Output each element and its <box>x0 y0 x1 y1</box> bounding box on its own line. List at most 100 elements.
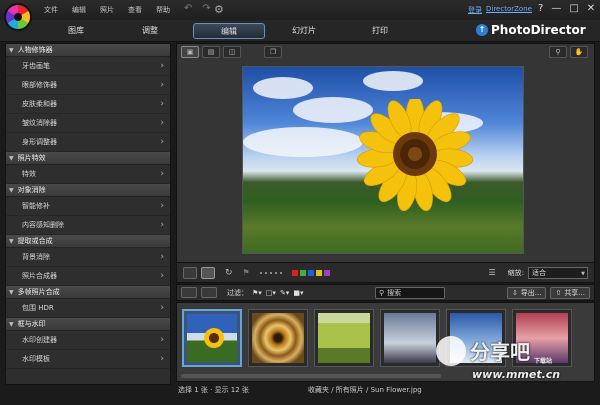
brand: ↑ PhotoDirector <box>476 23 586 37</box>
panel-item-label: 皱纹消除器 <box>22 119 57 127</box>
flag-icon[interactable]: ⚑ <box>243 268 250 277</box>
single-view-button[interactable] <box>183 266 197 279</box>
panel-item-label: 牙齿画笔 <box>22 62 50 70</box>
thumbnail[interactable] <box>380 309 440 367</box>
label-filter-icon[interactable]: ■▾ <box>293 289 303 297</box>
rating-dots[interactable] <box>259 271 282 274</box>
panel-item[interactable]: 身形调整器 › <box>6 133 170 152</box>
panel-item-label: 内容感知删除 <box>22 221 64 229</box>
view-window-icon[interactable]: ❐ <box>264 46 282 58</box>
panel-item[interactable]: 包围 HDR › <box>6 299 170 318</box>
chevron-right-icon: › <box>160 80 164 90</box>
chevron-right-icon: › <box>160 303 164 313</box>
gear-icon[interactable]: ⚙ <box>214 3 224 16</box>
panel-item[interactable]: 水印模板 › <box>6 350 170 369</box>
color-label-swatch[interactable] <box>307 269 314 276</box>
login-link[interactable]: 登录 <box>468 5 482 15</box>
panel-item[interactable]: 眼部修饰器 › <box>6 76 170 95</box>
view-single-icon[interactable]: ▣ <box>181 46 199 58</box>
panel-item[interactable]: 智能修补 › <box>6 197 170 216</box>
chevron-right-icon: › <box>160 118 164 128</box>
search-input[interactable]: 搜索 <box>387 288 401 298</box>
panel-item[interactable]: 水印创建器 › <box>6 331 170 350</box>
zoom-label: 缩放: <box>507 268 524 277</box>
left-panel: ▼ 人物修饰器 牙齿画笔 › 眼部修饰器 › 皮肤柔和器 › 皱纹消除器 › 身形调整器 › ▼ 照片特效… <box>5 43 171 385</box>
collapse-icon: ▼ <box>9 320 14 328</box>
maximize-button[interactable]: □ <box>569 4 578 14</box>
chevron-right-icon: › <box>160 137 164 147</box>
zoom-select[interactable]: 适合 <box>528 266 588 279</box>
chevron-right-icon: › <box>160 335 164 345</box>
view-before-after-icon[interactable]: ◫ <box>223 46 241 58</box>
filmstrip-view-button[interactable] <box>201 266 215 279</box>
minimize-button[interactable]: — <box>551 4 561 14</box>
close-button[interactable]: ✕ <box>587 4 595 14</box>
tab-adjust[interactable]: 调整 <box>130 23 170 39</box>
sort-icon[interactable]: ☰ <box>488 268 495 277</box>
export-icon: ⇩ <box>511 288 518 297</box>
chevron-right-icon: › <box>160 220 164 230</box>
flag-filter-icon[interactable]: ⚑▾ <box>252 289 262 297</box>
help-button[interactable]: ? <box>538 4 543 14</box>
color-label-swatch[interactable] <box>291 269 298 276</box>
section-header[interactable]: ▼ 对象消除 <box>6 184 170 197</box>
panel-item-label: 身形调整器 <box>22 138 57 146</box>
panel-item[interactable]: 皱纹消除器 › <box>6 114 170 133</box>
tab-edit[interactable]: 编辑 <box>193 23 265 39</box>
menu-photo[interactable]: 照片 <box>100 5 114 15</box>
list-view-button[interactable] <box>201 287 217 298</box>
section-header[interactable]: ▼ 人物修饰器 <box>6 44 170 57</box>
panel-item[interactable]: 特效 › <box>6 165 170 184</box>
thumbnail[interactable] <box>182 309 242 367</box>
tab-slideshow[interactable]: 幻灯片 <box>282 23 326 39</box>
hand-tool-icon[interactable]: ✋ <box>570 46 588 58</box>
section-title: 照片特效 <box>17 154 46 162</box>
share-button[interactable]: ⇧ 共享... <box>550 286 590 299</box>
export-button[interactable]: ⇩ 导出... <box>506 286 547 299</box>
search-icon: ⚲ <box>379 289 385 297</box>
watermark-sub: 下载站 <box>534 358 553 365</box>
menu-file[interactable]: 文件 <box>44 5 58 15</box>
view-compare-icon[interactable]: ▤ <box>202 46 220 58</box>
search-box[interactable]: ⚲ 搜索 <box>375 287 445 299</box>
panel-item[interactable]: 背景消除 › <box>6 248 170 267</box>
rating-filter-icon[interactable]: □▾ <box>266 289 276 297</box>
directorzone-link[interactable]: DirectorZone <box>486 5 532 15</box>
export-label: 导出... <box>520 288 542 297</box>
color-filter-icon[interactable]: ✎▾ <box>280 289 289 297</box>
menu-bar: 文件 编辑 照片 查看 帮助 <box>44 5 170 15</box>
panel-item[interactable]: 内容感知删除 › <box>6 216 170 235</box>
filmstrip-scrollbar[interactable] <box>181 374 441 378</box>
section-header[interactable]: ▼ 提取或合成 <box>6 235 170 248</box>
panel-item-label: 包围 HDR <box>22 304 54 312</box>
menu-edit[interactable]: 编辑 <box>72 5 86 15</box>
tab-library[interactable]: 图库 <box>56 23 96 39</box>
panel-item[interactable]: 照片合成器 › <box>6 267 170 286</box>
thumbnail[interactable] <box>314 309 374 367</box>
tab-print[interactable]: 打印 <box>360 23 400 39</box>
panel-item[interactable]: 牙齿画笔 › <box>6 57 170 76</box>
thumbnail[interactable] <box>248 309 308 367</box>
undo-icon[interactable]: ↶ <box>184 4 192 14</box>
grid-view-button[interactable] <box>181 287 197 298</box>
menu-help[interactable]: 帮助 <box>156 5 170 15</box>
brand-name: PhotoDirector <box>491 23 586 37</box>
zoom-tool-icon[interactable]: ⚲ <box>549 46 567 58</box>
section-header[interactable]: ▼ 照片特效 <box>6 152 170 165</box>
rotate-icon[interactable]: ↻ <box>225 268 233 278</box>
redo-icon[interactable]: ↷ <box>202 4 210 14</box>
section-header[interactable]: ▼ 多帧照片合成 <box>6 286 170 299</box>
color-label-swatch[interactable] <box>323 269 330 276</box>
color-label-swatch[interactable] <box>299 269 306 276</box>
color-label-swatch[interactable] <box>315 269 322 276</box>
collapse-icon: ▼ <box>9 237 14 245</box>
panel-item[interactable]: 皮肤柔和器 › <box>6 95 170 114</box>
section-header[interactable]: ▼ 框与水印 <box>6 318 170 331</box>
panel-item-label: 眼部修饰器 <box>22 81 57 89</box>
section-title: 对象消除 <box>17 186 46 194</box>
panel-item-label: 水印模板 <box>22 355 50 363</box>
menu-view[interactable]: 查看 <box>128 5 142 15</box>
chevron-right-icon: › <box>160 99 164 109</box>
color-labels[interactable] <box>291 269 330 276</box>
section-title: 人物修饰器 <box>17 46 53 54</box>
